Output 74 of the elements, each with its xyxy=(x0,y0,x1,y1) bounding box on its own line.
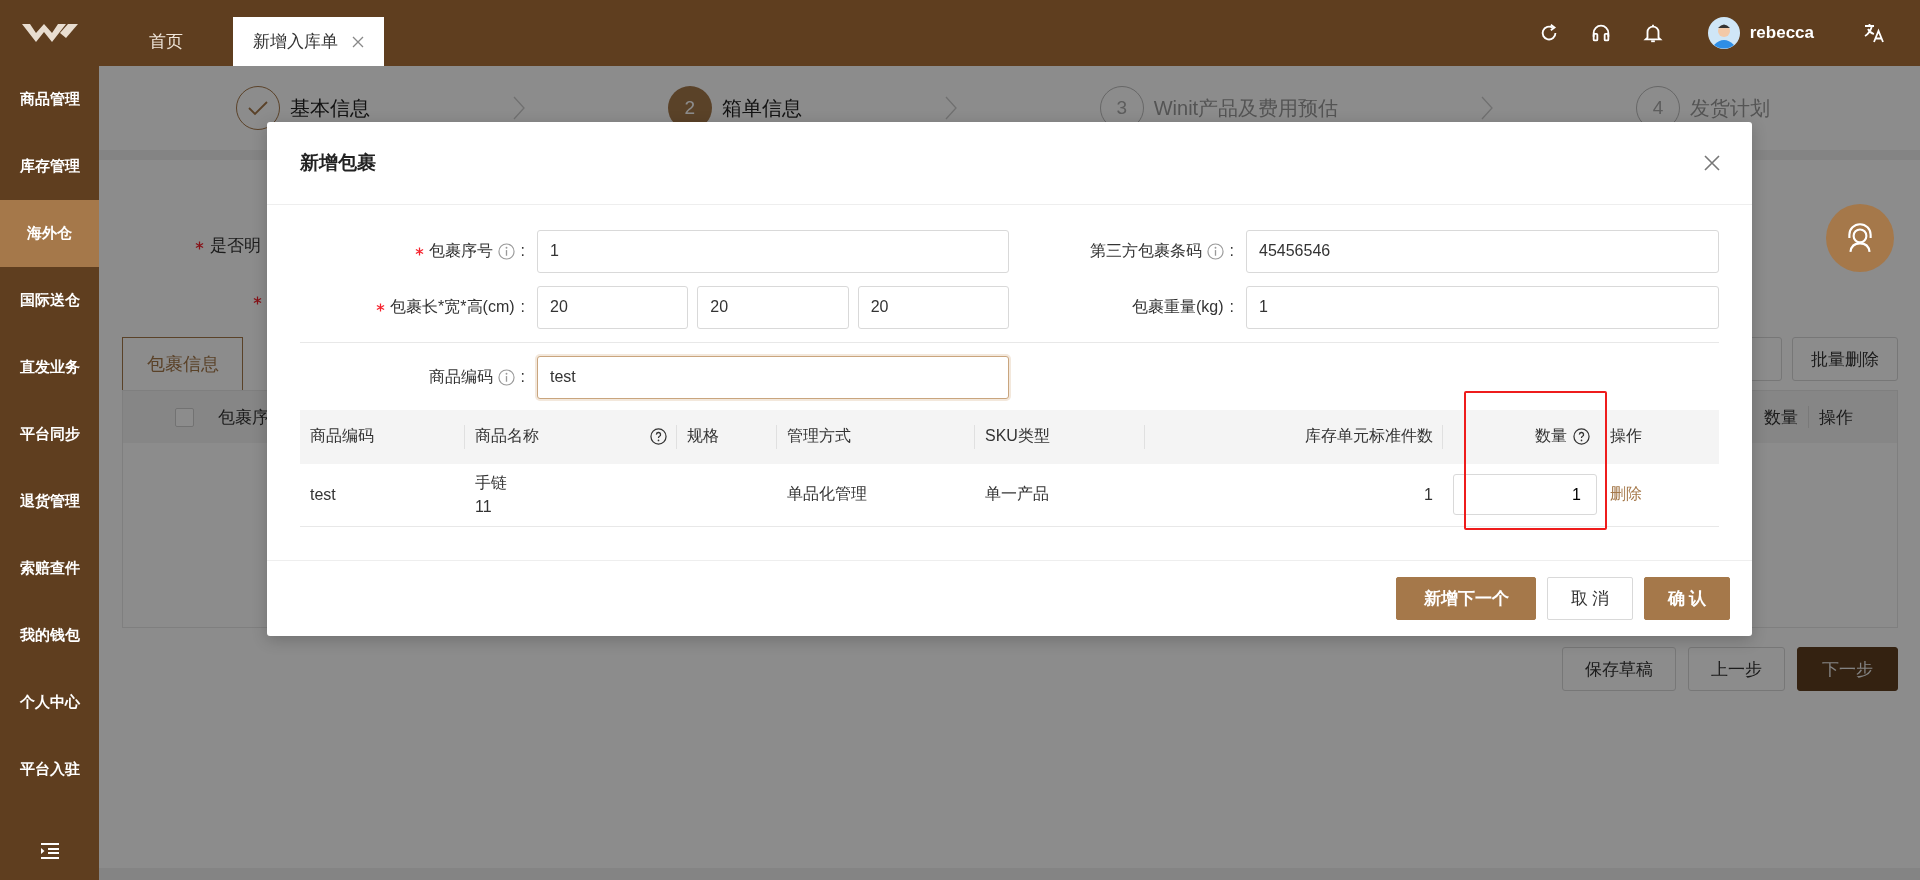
table-cell: 1 xyxy=(1424,485,1433,504)
text-field[interactable]: 1 xyxy=(537,229,1009,273)
column-header: 包裹序 xyxy=(218,406,269,429)
step-button[interactable]: 上一步 xyxy=(1688,647,1785,691)
column-header: 商品编码 xyxy=(310,426,375,447)
label-colon: : xyxy=(520,368,525,387)
sidebar-item[interactable]: 国际送仓 xyxy=(0,267,99,334)
text-field[interactable]: 1 xyxy=(1246,285,1719,329)
page-tab[interactable]: 首页 xyxy=(119,17,213,66)
page-tab[interactable]: 新增入库单 xyxy=(233,17,384,66)
sidebar-item[interactable]: 库存管理 xyxy=(0,133,99,200)
quantity-field[interactable]: 1 xyxy=(1453,474,1597,516)
table-cell: test xyxy=(310,485,336,504)
sidebar-item[interactable]: 我的钱包 xyxy=(0,602,99,669)
column-header: 管理方式 xyxy=(787,426,852,447)
checkbox[interactable] xyxy=(175,407,194,427)
label-colon: : xyxy=(1229,298,1234,317)
dialog-button[interactable]: 新增下一个 xyxy=(1396,576,1536,620)
field-label: 包裹重量(kg) xyxy=(1132,296,1224,317)
field-label: 第三方包裹条码 xyxy=(1089,240,1202,261)
delete-link[interactable]: 删除 xyxy=(1610,484,1642,506)
table-cell-text: 单品化管理 xyxy=(787,484,867,505)
user-name[interactable]: rebecca xyxy=(1749,23,1814,43)
delete-selected-button[interactable]: 批量删除 xyxy=(1792,337,1898,381)
collapse-menu-icon[interactable] xyxy=(39,843,60,859)
chevron-right-icon xyxy=(944,96,957,120)
field-label: 包裹长*宽*高(cm) xyxy=(390,296,515,317)
column-header: 规格 xyxy=(687,426,720,447)
avatar-icon[interactable] xyxy=(1707,17,1740,49)
sidebar-item[interactable]: 平台入驻 xyxy=(0,736,99,803)
column-header: 库存单元标准件数 xyxy=(1304,426,1433,447)
sidebar-item[interactable]: 索赔查件 xyxy=(0,535,99,602)
check-icon xyxy=(248,100,268,116)
label-colon: : xyxy=(1229,242,1234,261)
label-colon: : xyxy=(520,242,525,261)
sidebar-item[interactable]: 个人中心 xyxy=(0,669,99,736)
sidebar-item[interactable]: 平台同步 xyxy=(0,401,99,468)
label-colon: : xyxy=(520,298,525,317)
sidebar-item[interactable]: 直发业务 xyxy=(0,334,99,401)
bell-icon[interactable] xyxy=(1641,22,1664,44)
chevron-right-icon xyxy=(1481,96,1494,120)
text-field[interactable]: 20 xyxy=(857,285,1009,329)
translate-icon[interactable] xyxy=(1862,21,1886,45)
text-field[interactable]: test xyxy=(537,355,1009,399)
dialog-title: 新增包裹 xyxy=(300,150,376,175)
step-label: Winit产品及费用预估 xyxy=(1153,95,1339,121)
step-button[interactable]: 保存草稿 xyxy=(1562,647,1676,691)
step-label: 箱单信息 xyxy=(721,95,802,121)
column-header: 商品名称 xyxy=(475,426,540,447)
field-label: 商品编码 xyxy=(428,366,493,387)
table-cell-line: 11 xyxy=(475,498,493,517)
sidebar-item[interactable]: 海外仓 xyxy=(0,200,99,267)
table-cell-line: 手链 xyxy=(475,473,507,494)
step-button[interactable]: 下一步 xyxy=(1797,647,1898,691)
column-header: SKU类型 xyxy=(985,426,1051,447)
dialog-button[interactable]: 取 消 xyxy=(1547,576,1633,620)
sidebar-item[interactable]: 退货管理 xyxy=(0,468,99,535)
close-icon[interactable] xyxy=(1704,154,1720,171)
close-icon[interactable] xyxy=(352,35,364,48)
step-label: 发货计划 xyxy=(1690,95,1770,121)
table-cell-text: 单一产品 xyxy=(985,484,1049,505)
form-label: 是否明 xyxy=(210,234,261,257)
column-header: 数量 xyxy=(1534,426,1567,447)
text-field[interactable]: 20 xyxy=(537,285,689,329)
chevron-right-icon xyxy=(512,96,525,120)
column-header: 操作 xyxy=(1610,426,1643,447)
text-field[interactable]: 20 xyxy=(697,285,849,329)
field-label: 包裹序号 xyxy=(428,240,493,261)
column-header: 数量 xyxy=(1764,406,1798,429)
column-header: 操作 xyxy=(1819,406,1853,429)
dialog-button[interactable]: 确 认 xyxy=(1644,576,1730,620)
step-label: 基本信息 xyxy=(290,95,370,121)
sidebar-item[interactable]: 商品管理 xyxy=(0,66,99,133)
text-field[interactable]: 45456546 xyxy=(1246,229,1719,273)
